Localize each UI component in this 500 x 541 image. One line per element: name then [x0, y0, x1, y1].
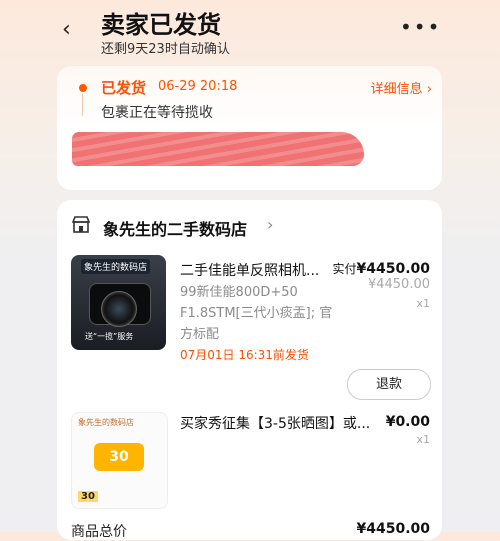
timeline-line: [82, 94, 83, 116]
shop-name[interactable]: 象先生的二手数码店: [103, 216, 247, 240]
total-label: 商品总价: [71, 524, 127, 540]
chevron-right-icon[interactable]: ›: [267, 215, 273, 234]
order-items-card: 象先生的二手数码店 › 象先生的数码店 送“一揽”服务 二手佳能单反照相机...…: [57, 200, 442, 540]
paid-amount: ¥4450.00: [356, 261, 430, 277]
total-value: ¥4450.00: [356, 521, 430, 537]
page-title: 卖家已发货: [101, 11, 221, 39]
item-price: ¥0.00: [385, 414, 430, 430]
status-dot-icon: [79, 84, 87, 92]
product-title[interactable]: 买家秀征集【3-5张晒图】或...: [180, 413, 370, 433]
status-label: 已发货: [101, 79, 147, 97]
original-price: ¥4450.00: [367, 277, 430, 292]
redacted-address: [72, 132, 364, 166]
thumbnail-banner: 象先生的数码店: [81, 259, 151, 274]
camera-lens-icon: [101, 291, 137, 327]
coupon-badge: 30: [94, 443, 144, 471]
coupon-amount: 30: [78, 491, 98, 502]
status-description: 包裹正在等待揽收: [101, 105, 213, 121]
product-spec: 99新佳能800D+50 F1.8STM[三代小痰盂]; 官方标配: [180, 285, 333, 342]
auto-confirm-countdown: 还剩9天23时自动确认: [101, 42, 230, 57]
product-thumbnail[interactable]: 象先生的数码店 送“一揽”服务: [71, 255, 166, 350]
thumbnail-top-text: 象先生的数码店: [78, 418, 134, 427]
chevron-left-icon[interactable]: ‹: [62, 16, 71, 44]
thumbnail-tag: 送“一揽”服务: [85, 332, 134, 341]
quantity: x1: [416, 297, 430, 310]
gift-thumbnail[interactable]: 象先生的数码店 30 30: [71, 412, 168, 509]
more-dots-icon[interactable]: •••: [400, 15, 441, 39]
paid-price: 实付¥4450.00: [332, 260, 430, 277]
status-time: 06-29 20:18: [158, 79, 238, 94]
store-icon: [71, 216, 91, 239]
ship-deadline: 07月01日 16:31前发货: [180, 348, 309, 362]
nav-header: ‹ 卖家已发货 还剩9天23时自动确认 •••: [0, 0, 500, 62]
paid-label: 实付: [332, 262, 357, 276]
shipping-status-card: 已发货 06-29 20:18 详细信息 › 包裹正在等待揽收: [57, 66, 442, 190]
quantity: x1: [416, 433, 430, 446]
detail-info-link[interactable]: 详细信息 ›: [371, 78, 432, 97]
refund-button[interactable]: 退款: [347, 369, 431, 400]
product-title[interactable]: 二手佳能单反照相机...: [180, 260, 319, 280]
